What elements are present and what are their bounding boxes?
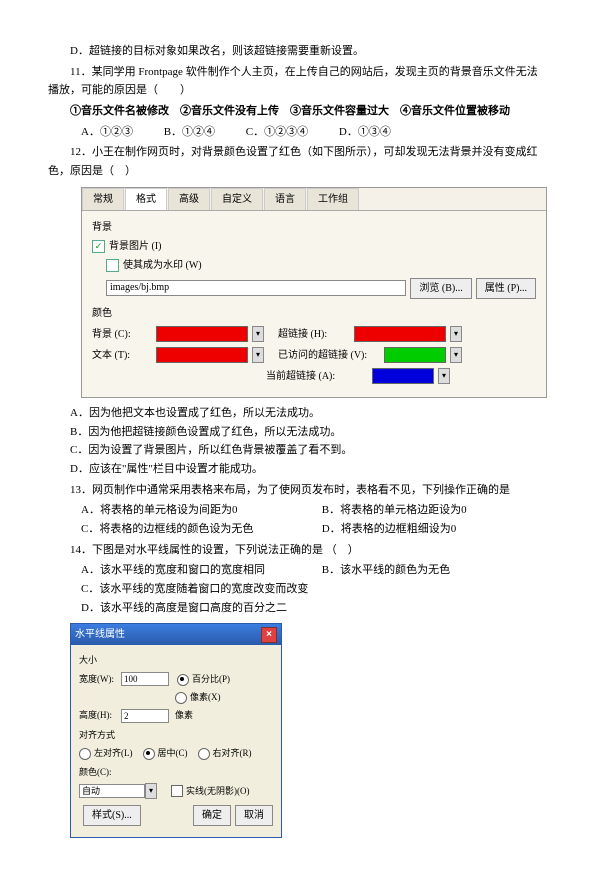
q14-c: C．该水平线的宽度随着窗口的宽度改变而改变 [81,580,321,599]
q13-b: B．将表格的单元格边距设为0 [322,501,467,520]
lbl-bg: 背景 (C): [92,326,152,343]
swatch-bg[interactable] [156,326,248,342]
q11-c: C．①②③④ [246,123,308,142]
tab-format[interactable]: 格式 [125,188,167,210]
swatch-hyperlink[interactable] [354,326,446,342]
radio-pixels[interactable] [175,692,187,704]
tab-language[interactable]: 语言 [264,188,306,210]
swatch-visited[interactable] [384,347,446,363]
chk-watermark[interactable]: ✓ 使其成为水印 (W) [106,257,536,274]
q13-a: A．将表格的单元格设为间距为0 [81,501,291,520]
lbl-left: 左对齐(L) [94,746,133,761]
swatch-text[interactable] [156,347,248,363]
radio-left[interactable] [79,748,91,760]
chk-bg-image[interactable]: ✓ 背景图片 (I) [92,238,536,255]
properties-button[interactable]: 属性 (P)... [476,278,536,299]
q12-d: D．应该在"属性"栏目中设置才能成功。 [48,460,547,479]
q11-d: D．①③④ [339,123,391,142]
chk-watermark-label: 使其成为水印 (W) [123,257,202,274]
tab-advanced[interactable]: 高级 [168,188,210,210]
chevron-down-icon[interactable]: ▾ [145,783,157,799]
q14-b: B．该水平线的颜色为无色 [322,561,450,580]
lbl-height: 高度(H): [79,708,121,723]
page-properties-dialog: 常规 格式 高级 自定义 语言 工作组 背景 ✓ 背景图片 (I) ✓ 使其成为水印… [81,187,547,398]
chk-solid[interactable] [171,785,183,797]
q12-c: C．因为设置了背景图片，所以红色背景被覆盖了看不到。 [48,441,547,460]
lbl-right: 右对齐(R) [213,748,252,758]
width-input[interactable]: 100 [121,672,169,686]
tab-workgroup[interactable]: 工作组 [307,188,359,210]
tab-custom[interactable]: 自定义 [211,188,263,210]
lbl-pixels: 像素(X) [190,690,221,705]
section-size: 大小 [79,653,273,668]
q13-d: D．将表格的边框粗细设为0 [322,520,456,539]
q13-stem: 13．网页制作中通常采用表格来布局，为了使网页发布时，表格看不见，下列操作正确的… [48,481,547,500]
style-button[interactable]: 样式(S)... [83,805,141,826]
swatch-active[interactable] [372,368,434,384]
radio-center[interactable] [143,748,155,760]
lbl-px-unit: 像素 [175,708,193,723]
lbl-color: 颜色(C): [79,765,112,780]
q11-b: B．①②④ [164,123,215,142]
color-select[interactable]: 自动 [79,784,145,798]
lbl-active: 当前超链接 (A): [266,368,368,385]
q11-a: A．①②③ [81,123,133,142]
close-icon[interactable]: × [261,627,277,643]
chevron-down-icon[interactable]: ▾ [252,347,264,363]
q14-opts: A．该水平线的宽度和窗口的宽度相同 B．该水平线的颜色为无色 C．该水平线的宽度… [48,561,547,617]
lbl-center: 居中(C) [158,748,188,758]
section-background: 背景 [92,219,536,236]
format-pane: 背景 ✓ 背景图片 (I) ✓ 使其成为水印 (W) images/bj.bmp 浏… [82,211,546,397]
chevron-down-icon[interactable]: ▾ [450,326,462,342]
q14-a: A．该水平线的宽度和窗口的宽度相同 [81,561,291,580]
dialog-title: 水平线属性 [75,626,125,643]
section-align: 对齐方式 [79,728,273,743]
section-colors: 颜色 [92,305,536,322]
dialog-titlebar: 水平线属性 × [71,624,281,645]
q12-b: B．因为他把超链接颜色设置成了红色，所以无法成功。 [48,423,547,442]
lbl-text: 文本 (T): [92,347,152,364]
q11-conditions: ①音乐文件名被修改 ②音乐文件没有上传 ③音乐文件容量过大 ④音乐文件位置被移动 [48,102,547,121]
q10-opt-d: D．超链接的目标对象如果改名，则该超链接需要重新设置。 [48,42,547,61]
q14-stem: 14．下图是对水平线属性的设置，下列说法正确的是 （ ） [48,541,547,560]
height-input[interactable]: 2 [121,709,169,723]
chk-bg-image-label: 背景图片 (I) [109,238,162,255]
lbl-visited: 已访问的超链接 (V): [278,347,380,364]
q12-stem: 12．小王在制作网页时，对背景颜色设置了红色（如下图所示），可却发现无法背景并没… [48,143,547,180]
cancel-button[interactable]: 取消 [235,805,273,826]
lbl-hyperlink: 超链接 (H): [278,326,350,343]
chevron-down-icon[interactable]: ▾ [252,326,264,342]
tab-general[interactable]: 常规 [82,188,124,210]
q11-stem: 11．某同学用 Frontpage 软件制作个人主页，在上传自己的网站后，发现主… [48,63,547,100]
browse-button[interactable]: 浏览 (B)... [410,278,471,299]
q12-a: A．因为他把文本也设置成了红色，所以无法成功。 [48,404,547,423]
q11-opts: A．①②③ B．①②④ C．①②③④ D．①③④ [48,123,547,142]
checkbox-on-icon: ✓ [92,240,105,253]
chevron-down-icon[interactable]: ▾ [438,368,450,384]
checkbox-off-icon: ✓ [106,259,119,272]
hr-properties-dialog: 水平线属性 × 大小 宽度(W): 100 百分比(P) 像素(X) 高度(H)… [70,623,282,838]
radio-right[interactable] [198,748,210,760]
lbl-percent: 百分比(P) [192,674,230,684]
bg-image-path[interactable]: images/bj.bmp [106,280,406,296]
q13-opts: A．将表格的单元格设为间距为0 B．将表格的单元格边距设为0 C．将表格的边框线… [48,501,547,538]
q14-d: D．该水平线的高度是窗口高度的百分之二 [81,599,287,618]
lbl-solid: 实线(无阴影)(O) [186,784,250,799]
radio-percent[interactable] [177,674,189,686]
q13-c: C．将表格的边框线的颜色设为无色 [81,520,291,539]
chevron-down-icon[interactable]: ▾ [450,347,462,363]
tab-bar: 常规 格式 高级 自定义 语言 工作组 [82,188,546,211]
ok-button[interactable]: 确定 [193,805,231,826]
lbl-width: 宽度(W): [79,672,121,687]
